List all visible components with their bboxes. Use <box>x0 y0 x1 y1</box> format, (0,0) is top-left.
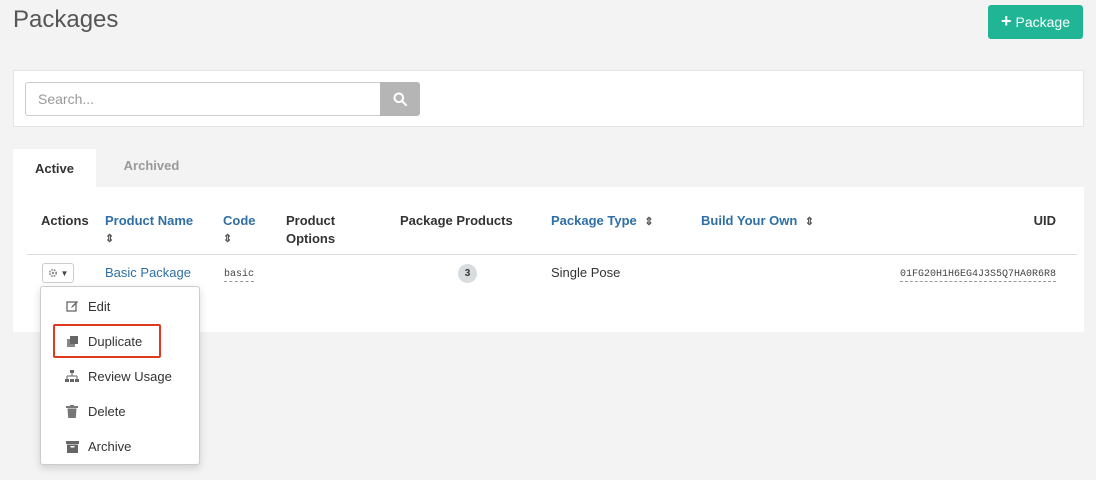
column-header-package-type-label: Package Type <box>551 213 637 228</box>
search-panel <box>13 70 1084 127</box>
plus-icon: + <box>1001 11 1012 31</box>
column-header-build-your-own-label: Build Your Own <box>701 213 798 228</box>
search-icon <box>393 92 407 106</box>
menu-item-label: Review Usage <box>88 369 172 384</box>
search-input[interactable] <box>25 82 406 116</box>
tab-archived[interactable]: Archived <box>109 146 194 185</box>
gear-icon <box>48 268 57 278</box>
actions-dropdown-menu: Edit Duplicate Review Usage Delete Archi… <box>40 286 200 465</box>
column-header-product-name-label: Product Name <box>105 213 194 228</box>
column-header-uid: UID <box>1033 213 1056 228</box>
search-button[interactable] <box>380 82 420 116</box>
edit-icon <box>65 300 79 314</box>
column-header-product-options-line1: Product <box>286 213 336 228</box>
caret-down-icon: ▼ <box>60 268 69 278</box>
add-package-label: Package <box>1015 14 1070 30</box>
actions-dropdown-toggle[interactable]: ▼ <box>42 263 74 283</box>
column-header-product-options: Product Options <box>286 212 335 248</box>
menu-item-label: Duplicate <box>88 334 143 349</box>
menu-item-archive[interactable]: Archive <box>41 429 199 464</box>
sitemap-icon <box>65 370 79 384</box>
package-type-value: Single Pose <box>551 265 621 280</box>
sort-icon: ⇕ <box>804 216 815 228</box>
header-divider <box>27 254 1077 255</box>
column-header-code[interactable]: Code ⇕ <box>223 212 256 248</box>
menu-item-label: Archive <box>88 439 132 454</box>
code-value: basic <box>224 269 255 282</box>
column-header-product-name[interactable]: Product Name ⇕ <box>105 212 193 248</box>
sort-icon: ⇕ <box>105 233 115 245</box>
uid-value: 01FG20H1H6EG4J3S5Q7HA0R6R8 <box>899 269 1056 282</box>
menu-item-delete[interactable]: Delete <box>41 394 199 429</box>
column-header-code-label: Code <box>223 213 256 228</box>
add-package-button[interactable]: + Package <box>988 5 1083 39</box>
trash-icon <box>65 405 79 419</box>
column-header-build-your-own[interactable]: Build Your Own ⇕ <box>701 212 814 231</box>
tab-active[interactable]: Active <box>13 149 96 188</box>
package-products-count-badge: 3 <box>458 264 477 283</box>
menu-item-label: Delete <box>88 404 126 419</box>
archive-icon <box>65 440 79 454</box>
menu-item-duplicate[interactable]: Duplicate <box>41 324 199 359</box>
sort-icon: ⇕ <box>644 216 654 228</box>
column-header-actions: Actions <box>41 213 89 228</box>
page-title: Packages <box>13 6 119 33</box>
menu-item-edit[interactable]: Edit <box>41 289 199 324</box>
sort-icon: ⇕ <box>223 233 233 245</box>
column-header-package-type[interactable]: Package Type ⇕ <box>551 212 654 231</box>
product-name-link[interactable]: Basic Package <box>105 265 191 280</box>
duplicate-icon <box>65 335 79 349</box>
column-header-package-products: Package Products <box>400 213 513 228</box>
column-header-product-options-line2: Options <box>286 231 336 246</box>
menu-item-review-usage[interactable]: Review Usage <box>41 359 199 394</box>
menu-item-label: Edit <box>88 299 111 314</box>
